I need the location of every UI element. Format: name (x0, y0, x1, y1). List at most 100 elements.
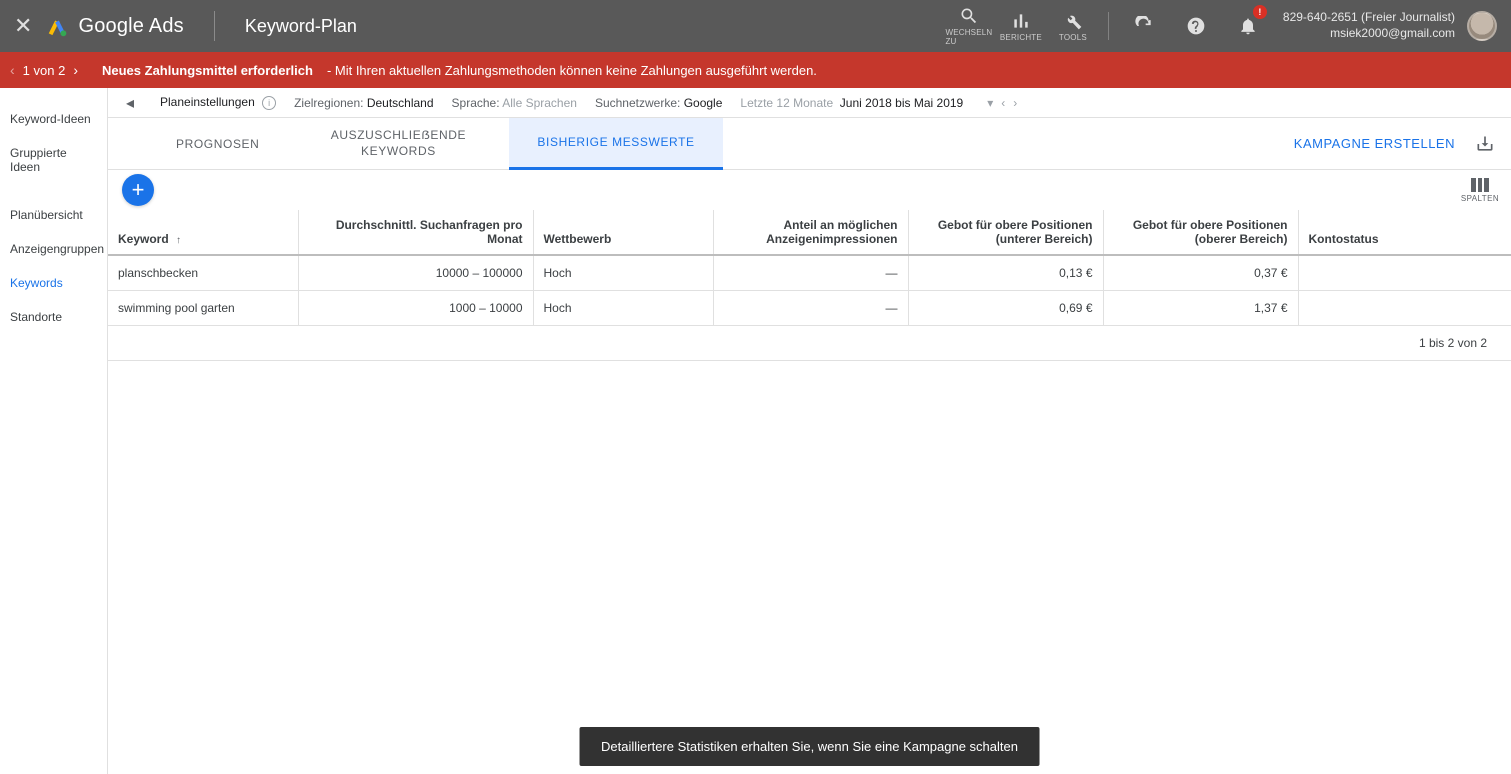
table-row[interactable]: planschbecken 10000 – 100000 Hoch — 0,13… (108, 255, 1511, 291)
cell-impression-share: — (713, 255, 908, 291)
page-title: Keyword-Plan (245, 16, 357, 37)
plan-settings-label[interactable]: Planeinstellungen i (160, 95, 276, 110)
cell-bid-low: 0,69 € (908, 291, 1103, 326)
header-divider-2 (1108, 12, 1109, 40)
sidebar-item-anzeigengruppen[interactable]: Anzeigengruppen (0, 232, 107, 266)
refresh-icon (1134, 16, 1154, 36)
cell-account-status (1298, 255, 1511, 291)
body: Keyword-Ideen Gruppierte Ideen Planübers… (0, 88, 1511, 774)
date-prev-icon[interactable]: ‹ (1001, 96, 1005, 110)
cell-bid-high: 0,37 € (1103, 255, 1298, 291)
header-divider (214, 11, 215, 41)
account-info[interactable]: 829-640-2651 (Freier Journalist) msiek20… (1283, 10, 1455, 41)
account-email: msiek2000@gmail.com (1330, 26, 1455, 42)
col-avg-searches[interactable]: Durchschnittl. Suchanfragen pro Monat (298, 210, 533, 255)
switch-account-button[interactable]: WECHSELN ZU (946, 3, 992, 49)
table-body: planschbecken 10000 – 100000 Hoch — 0,13… (108, 255, 1511, 326)
bar-chart-icon (1011, 11, 1031, 31)
product-name: Google Ads (78, 15, 183, 38)
col-bid-high[interactable]: Gebot für obere Positionen (oberer Berei… (1103, 210, 1298, 255)
date-dropdown-icon[interactable]: ▾ (987, 96, 993, 110)
table-toolbar: + SPALTEN (108, 170, 1511, 210)
cell-account-status (1298, 291, 1511, 326)
reports-button[interactable]: BERICHTE (998, 3, 1044, 49)
tab-prognosen[interactable]: PROGNOSEN (148, 118, 287, 170)
col-bid-low[interactable]: Gebot für obere Positionen (unterer Bere… (908, 210, 1103, 255)
refresh-button[interactable] (1121, 3, 1167, 49)
sidebar-item-gruppierte-ideen[interactable]: Gruppierte Ideen (0, 136, 107, 184)
cell-keyword: planschbecken (108, 255, 298, 291)
download-icon[interactable] (1475, 134, 1495, 154)
sidebar: Keyword-Ideen Gruppierte Ideen Planübers… (0, 88, 108, 774)
plan-regions[interactable]: Zielregionen: Deutschland (294, 96, 433, 110)
cell-avg-searches: 10000 – 100000 (298, 255, 533, 291)
table-pager: 1 bis 2 von 2 (108, 326, 1511, 361)
table-header-row: Keyword ↑ Durchschnittl. Suchanfragen pr… (108, 210, 1511, 255)
alert-title: Neues Zahlungsmittel erforderlich (102, 63, 313, 78)
wrench-icon (1063, 11, 1083, 31)
date-next-icon[interactable]: › (1013, 96, 1017, 110)
tabs-bar: PROGNOSEN AUSZUSCHLIEẞENDE KEYWORDS BISH… (108, 118, 1511, 170)
help-button[interactable] (1173, 3, 1219, 49)
plan-network[interactable]: Suchnetzwerke: Google (595, 96, 722, 110)
avatar[interactable] (1467, 11, 1497, 41)
col-account-status[interactable]: Kontostatus (1298, 210, 1511, 255)
sidebar-item-planuebersicht[interactable]: Planübersicht (0, 198, 107, 232)
tabs-left: PROGNOSEN AUSZUSCHLIEẞENDE KEYWORDS BISH… (148, 118, 723, 170)
tools-label: TOOLS (1059, 33, 1087, 42)
sidebar-item-standorte[interactable]: Standorte (0, 300, 107, 334)
alert-prev-icon[interactable]: ‹ (10, 62, 15, 78)
notifications-button[interactable]: ! (1225, 3, 1271, 49)
tab-auszuschliessende-keywords[interactable]: AUSZUSCHLIEẞENDE KEYWORDS (295, 118, 501, 170)
info-icon[interactable]: i (262, 96, 276, 110)
cell-competition: Hoch (533, 291, 713, 326)
tabs-right: KAMPAGNE ERSTELLEN (1294, 134, 1495, 154)
alert-bar: ‹ 1 von 2 › Neues Zahlungsmittel erforde… (0, 52, 1511, 88)
reports-label: BERICHTE (1000, 33, 1042, 42)
toast-message: Detailliertere Statistiken erhalten Sie,… (579, 727, 1040, 766)
tab-bisherige-messwerte[interactable]: BISHERIGE MESSWERTE (509, 118, 722, 170)
tools-button[interactable]: TOOLS (1050, 3, 1096, 49)
col-impression-share[interactable]: Anteil an möglichen Anzeigenimpressionen (713, 210, 908, 255)
cell-competition: Hoch (533, 255, 713, 291)
sidebar-item-keyword-ideen[interactable]: Keyword-Ideen (0, 102, 107, 136)
columns-icon (1471, 178, 1489, 192)
plan-period[interactable]: Letzte 12 Monate Juni 2018 bis Mai 2019 (740, 96, 963, 110)
cell-bid-low: 0,13 € (908, 255, 1103, 291)
alert-counter: 1 von 2 (23, 63, 66, 78)
cell-impression-share: — (713, 291, 908, 326)
account-id: 829-640-2651 (Freier Journalist) (1283, 10, 1455, 26)
cell-bid-high: 1,37 € (1103, 291, 1298, 326)
add-keyword-button[interactable]: + (122, 174, 154, 206)
col-keyword[interactable]: Keyword ↑ (108, 210, 298, 255)
app-header: ✕ Google Ads Keyword-Plan WECHSELN ZU BE… (0, 0, 1511, 52)
alert-message: - Mit Ihren aktuellen Zahlungsmethoden k… (327, 63, 817, 78)
product-logo-block[interactable]: Google Ads (46, 15, 183, 38)
keywords-table: Keyword ↑ Durchschnittl. Suchanfragen pr… (108, 210, 1511, 326)
main: ◂ Planeinstellungen i Zielregionen: Deut… (108, 88, 1511, 774)
col-competition[interactable]: Wettbewerb (533, 210, 713, 255)
bell-icon (1238, 16, 1258, 36)
close-icon[interactable]: ✕ (14, 13, 32, 39)
plan-settings-bar: ◂ Planeinstellungen i Zielregionen: Deut… (108, 88, 1511, 118)
table-row[interactable]: swimming pool garten 1000 – 10000 Hoch —… (108, 291, 1511, 326)
help-icon (1186, 16, 1206, 36)
plan-language[interactable]: Sprache: Alle Sprachen (452, 96, 577, 110)
cell-avg-searches: 1000 – 10000 (298, 291, 533, 326)
search-icon (959, 6, 979, 26)
cell-keyword: swimming pool garten (108, 291, 298, 326)
plan-date-nav: ▾ ‹ › (987, 96, 1017, 110)
alert-next-icon[interactable]: › (73, 62, 78, 78)
create-campaign-button[interactable]: KAMPAGNE ERSTELLEN (1294, 136, 1455, 151)
sort-asc-icon: ↑ (176, 235, 181, 246)
plan-back-icon[interactable]: ◂ (118, 93, 142, 113)
sidebar-separator (0, 184, 107, 198)
columns-button[interactable]: SPALTEN (1461, 178, 1499, 203)
sidebar-item-keywords[interactable]: Keywords (0, 266, 107, 300)
header-left: ✕ Google Ads Keyword-Plan (0, 11, 357, 41)
header-right: WECHSELN ZU BERICHTE TOOLS ! 829-640-265… (946, 3, 1511, 49)
switch-label: WECHSELN ZU (945, 28, 992, 46)
notifications-badge: ! (1253, 5, 1267, 19)
google-ads-logo-icon (46, 15, 68, 37)
alert-nav: ‹ 1 von 2 › (10, 62, 78, 78)
